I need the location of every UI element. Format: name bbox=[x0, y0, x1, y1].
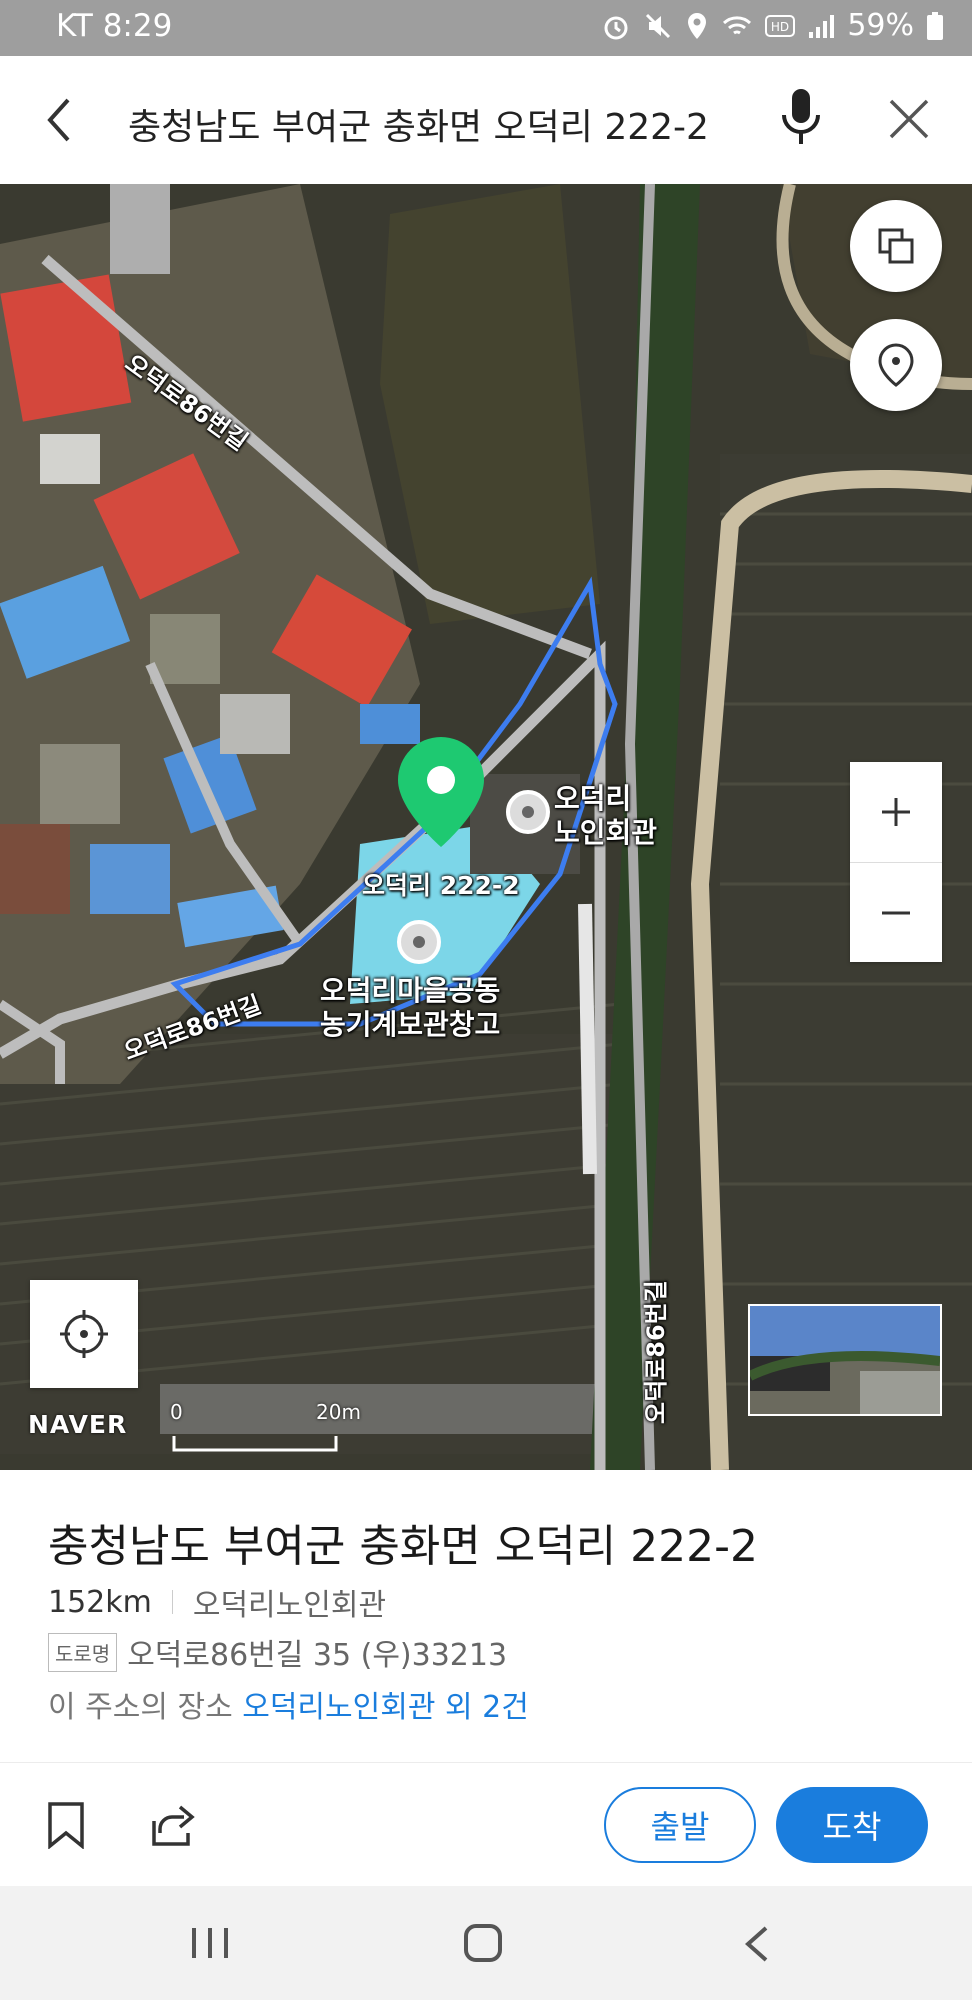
mic-icon[interactable] bbox=[778, 86, 824, 152]
zoom-in-button[interactable] bbox=[850, 762, 942, 862]
poi-label-senior-center[interactable]: 오덕리 노인회관 bbox=[554, 782, 657, 850]
poi-label-line: 오덕리마을공동 bbox=[320, 974, 501, 1007]
status-bar: KT 8:29 HD 59% bbox=[0, 0, 972, 56]
battery-icon bbox=[927, 11, 943, 40]
naver-logo: NAVER bbox=[28, 1410, 128, 1439]
poi-label-line: 농기계보관창고 bbox=[320, 1008, 501, 1041]
distance: 152km bbox=[48, 1584, 152, 1620]
road-label: 오덕로86번길 bbox=[642, 1280, 670, 1424]
place-title: 충청남도 부여군 충화면 오덕리 222-2 bbox=[48, 1521, 759, 1572]
status-icons: HD 59% bbox=[601, 8, 944, 43]
bookmark-icon[interactable] bbox=[46, 1801, 86, 1849]
mute-icon bbox=[646, 13, 671, 38]
status-time: KT 8:29 bbox=[56, 8, 173, 44]
wifi-icon bbox=[723, 15, 752, 34]
action-bar: 출발 도착 bbox=[0, 1762, 972, 1887]
zoom-control bbox=[850, 762, 942, 962]
save-location-button[interactable] bbox=[850, 319, 942, 411]
alarm-icon bbox=[604, 16, 628, 39]
battery-percent: 59% bbox=[847, 8, 914, 43]
system-nav-bar bbox=[0, 1886, 972, 2000]
scale-bar bbox=[172, 1436, 338, 1452]
pin-label: 오덕리 222-2 bbox=[362, 871, 520, 900]
street-view-image bbox=[750, 1306, 940, 1414]
road-address-row: 도로명 오덕로86번길 35 (우)33213 bbox=[48, 1630, 507, 1674]
places-link[interactable]: 오덕리노인회관 외 2건 bbox=[242, 1690, 529, 1725]
poi-label-line: 오덕리 bbox=[554, 782, 632, 815]
plus-icon bbox=[882, 798, 910, 826]
street-view-thumbnail[interactable] bbox=[748, 1304, 942, 1416]
home-icon[interactable] bbox=[462, 1922, 504, 1964]
search-query[interactable]: 충청남도 부여군 충화면 오덕리 222-2 bbox=[128, 98, 709, 150]
crosshair-icon bbox=[60, 1310, 108, 1358]
system-back-icon[interactable] bbox=[742, 1924, 772, 1964]
places-prefix: 이 주소의 장소 bbox=[48, 1690, 233, 1725]
arrive-button[interactable]: 도착 bbox=[776, 1787, 928, 1863]
scale-start: 0 bbox=[170, 1400, 183, 1424]
zoom-out-button[interactable] bbox=[850, 863, 942, 963]
location-marker-icon bbox=[878, 343, 914, 387]
location-pin-icon[interactable] bbox=[395, 734, 487, 850]
location-icon bbox=[688, 12, 707, 39]
map-view[interactable]: 오덕리 222-2 오덕리 노인회관 오덕리마을공동 농기계보관창고 오덕로86… bbox=[0, 184, 972, 1470]
hd-icon: HD bbox=[765, 14, 796, 37]
places-row: 이 주소의 장소 오덕리노인회관 외 2건 bbox=[48, 1682, 529, 1726]
divider bbox=[171, 1590, 173, 1614]
road-address: 오덕로86번길 35 (우)33213 bbox=[127, 1638, 508, 1673]
recent-apps-icon[interactable] bbox=[190, 1924, 230, 1962]
nearby-place: 오덕리노인회관 bbox=[192, 1588, 387, 1623]
back-icon[interactable] bbox=[40, 96, 80, 144]
close-icon[interactable] bbox=[888, 98, 930, 140]
poi-label-line: 노인회관 bbox=[554, 816, 658, 849]
place-info-panel: 충청남도 부여군 충화면 오덕리 222-2 152km 오덕리노인회관 도로명… bbox=[0, 1470, 972, 1762]
map-layers-button[interactable] bbox=[850, 200, 942, 292]
minus-icon bbox=[882, 911, 910, 915]
place-meta: 152km 오덕리노인회관 bbox=[48, 1580, 386, 1624]
share-icon[interactable] bbox=[150, 1801, 200, 1847]
search-bar: 충청남도 부여군 충화면 오덕리 222-2 bbox=[0, 56, 972, 185]
scale-end: 20m bbox=[316, 1400, 361, 1424]
depart-button[interactable]: 출발 bbox=[604, 1787, 756, 1863]
svg-text:HD: HD bbox=[771, 20, 789, 34]
current-location-button[interactable] bbox=[30, 1280, 138, 1388]
signal-icon bbox=[809, 14, 835, 38]
road-name-badge: 도로명 bbox=[48, 1632, 118, 1672]
poi-label-warehouse[interactable]: 오덕리마을공동 농기계보관창고 bbox=[320, 974, 500, 1042]
layers-icon bbox=[878, 228, 914, 264]
